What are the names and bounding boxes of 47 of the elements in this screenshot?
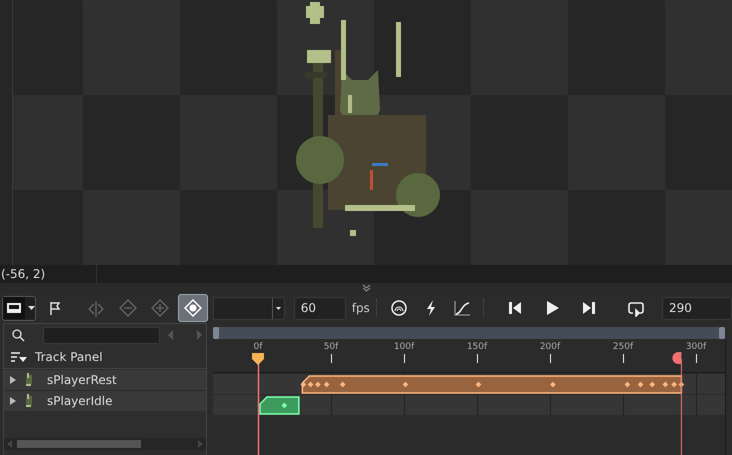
range-start-handle[interactable] (213, 327, 219, 339)
sprite-thumbnail-icon (25, 394, 33, 408)
diamond-minus-icon (119, 299, 138, 317)
tick-mark (696, 354, 697, 364)
track-name: sPlayerRest (47, 373, 117, 387)
curve-graph-icon (452, 299, 471, 317)
sprite-thumbnail-icon (25, 373, 33, 387)
frame-tick-label: 300f (686, 342, 706, 352)
tick-mark (404, 354, 405, 364)
frame-tick-label: 100f (394, 342, 414, 352)
end-frame-marker[interactable] (672, 352, 682, 455)
tick-mark (477, 354, 478, 364)
frame-tick-label: 0f (254, 342, 262, 352)
fps-label: fps (352, 301, 370, 315)
expand-arrow-icon[interactable] (10, 397, 17, 405)
fps-input[interactable]: 60 (294, 296, 346, 320)
tick-mark (550, 354, 551, 364)
frame-view-dropdown[interactable] (2, 296, 36, 320)
horizontal-scrollbar-thumb[interactable] (17, 440, 141, 448)
frame-tick-label: 150f (466, 342, 488, 352)
playhead[interactable] (252, 353, 264, 455)
diamond-plus-icon (151, 299, 170, 317)
frame-tick-label: 250f (612, 342, 634, 352)
animation-clip[interactable] (300, 375, 684, 394)
track-name: sPlayerIdle (47, 394, 112, 408)
caret-icon (28, 306, 35, 310)
end-frame-input[interactable]: 290 (662, 296, 732, 320)
split-icon (86, 299, 105, 317)
chevron-down-icon[interactable] (362, 284, 370, 292)
loop-icon (627, 299, 646, 317)
frame-tick-label: 50f (324, 342, 338, 352)
tick-mark (331, 354, 332, 364)
animation-clip[interactable] (259, 396, 300, 415)
frame-view-icon (3, 297, 25, 319)
track-search-field[interactable] (43, 326, 160, 344)
caret-icon (276, 306, 281, 310)
onion-skin-icon (390, 299, 408, 317)
track-row[interactable]: sPlayerIdle (4, 390, 206, 411)
frame-tick-label: 200f (540, 342, 560, 352)
track-panel-title: Track Panel (35, 350, 103, 364)
search-icon (12, 328, 25, 342)
track-row[interactable]: sPlayerRest (4, 369, 206, 390)
tick-mark (623, 354, 624, 364)
expand-arrow-icon[interactable] (10, 376, 17, 384)
sort-menu-icon[interactable] (11, 352, 27, 362)
range-end-handle[interactable] (719, 327, 725, 339)
key-mode-tool-button[interactable] (178, 294, 208, 322)
